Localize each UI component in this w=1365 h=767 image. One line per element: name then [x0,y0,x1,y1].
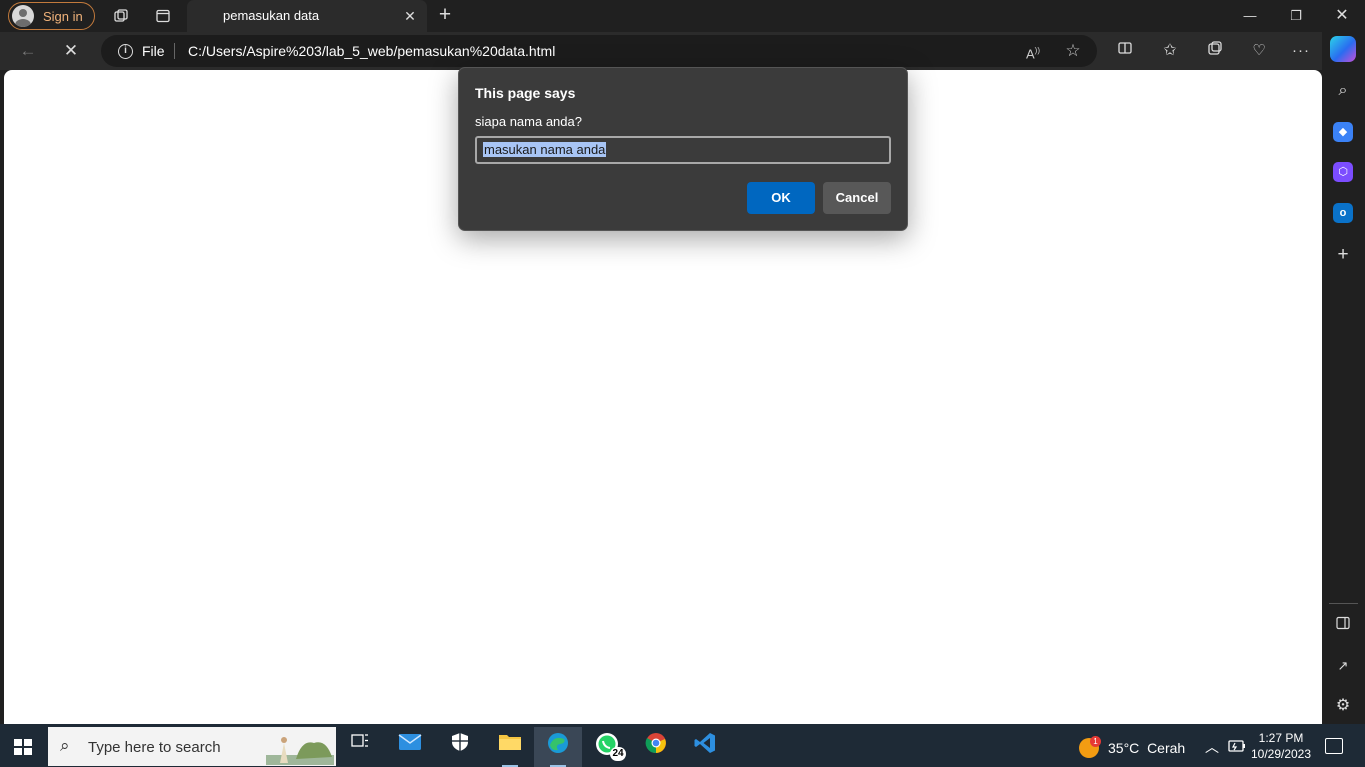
whatsapp-icon[interactable]: 24 [592,731,626,761]
weather-condition: Cerah [1147,740,1186,756]
outlook-icon[interactable]: o [1333,203,1353,223]
copilot-icon[interactable] [1330,36,1356,62]
network-battery-icon[interactable] [1228,738,1246,756]
sidebar-divider [1329,603,1358,604]
protocol-label: File [142,43,165,59]
dialog-input-selected-text: masukan nama anda [483,142,607,157]
sidebar-settings-gear-icon[interactable]: ⚙ [1333,696,1353,716]
browser-essentials-icon[interactable]: ♡ [1248,40,1270,62]
open-external-icon[interactable]: ↗ [1333,656,1353,676]
restore-icon[interactable]: ❐ [1273,0,1319,32]
stop-loading-icon[interactable]: ✕ [58,39,84,63]
notification-center-icon[interactable] [1325,738,1343,754]
dialog-message: siapa nama anda? [475,114,582,129]
add-sidebar-app-icon[interactable]: + [1333,245,1353,265]
system-clock[interactable]: 1:27 PM 10/29/2023 [1250,730,1312,762]
hide-sidebar-icon[interactable] [1333,616,1353,636]
ok-button[interactable]: OK [747,182,815,214]
clock-date: 10/29/2023 [1250,747,1312,761]
file-explorer-icon [495,731,525,761]
mail-icon[interactable] [395,731,425,761]
tab-bar: Sign in pemasukan data ✕ + — ❐ ✕ [0,0,1365,32]
dialog-title: This page says [475,85,576,101]
nav-bar: ← ✕ i File C:/Users/Aspire%203/lab_5_web… [0,32,1322,70]
windows-taskbar: ⌕ Type here to search 24 1 35°C Cerah ︿ … [0,724,1365,767]
clock-time: 1:27 PM [1258,731,1304,745]
vscode-icon[interactable] [690,731,720,761]
split-screen-icon[interactable] [1114,40,1136,62]
favorites-icon[interactable]: ✩ [1159,40,1181,62]
tab-title: pemasukan data [223,8,320,23]
weather-widget[interactable]: 35°C Cerah [1108,740,1185,756]
address-bar[interactable]: i File C:/Users/Aspire%203/lab_5_web/pem… [101,35,1097,67]
avatar-icon [12,5,34,27]
sign-in-button[interactable]: Sign in [8,2,95,30]
tab-pemasukan-data[interactable]: pemasukan data ✕ [187,0,427,32]
tab-close-icon[interactable]: ✕ [401,7,419,25]
edge-taskbar-button[interactable] [534,727,582,767]
info-icon[interactable]: i [118,44,133,59]
workspaces-icon[interactable] [111,6,131,26]
task-view-icon[interactable] [345,731,375,761]
more-options-icon[interactable]: ··· [1290,40,1312,62]
file-explorer-button[interactable] [486,727,534,767]
search-placeholder: Type here to search [88,739,221,756]
favorite-star-icon[interactable]: ☆ [1064,42,1082,60]
weather-alert-badge: 1 [1090,736,1101,747]
taskbar-search-icon: ⌕ [60,736,70,755]
search-highlight-illustration-icon [266,737,334,765]
close-window-icon[interactable]: ✕ [1319,0,1365,32]
weather-temperature: 35°C [1108,740,1140,756]
back-icon[interactable]: ← [15,39,41,63]
cancel-button[interactable]: Cancel [823,182,891,214]
windows-start-icon[interactable] [14,739,32,755]
minimize-icon[interactable]: — [1227,0,1273,32]
collections-icon[interactable] [1204,40,1226,62]
whatsapp-unread-badge: 24 [610,747,626,761]
new-tab-icon[interactable]: + [434,4,456,26]
prompt-dialog: This page says siapa nama anda? masukan … [458,67,908,231]
shopping-tag-icon[interactable]: ◆ [1333,122,1353,142]
taskbar-search-box[interactable]: ⌕ Type here to search [48,727,336,766]
windows-security-shield-icon[interactable] [445,731,475,761]
dialog-name-input[interactable]: masukan nama anda [475,136,891,164]
read-aloud-icon[interactable]: A)) [1024,42,1042,61]
office-icon[interactable]: ⬡ [1333,162,1353,182]
search-icon[interactable]: ⌕ [1333,81,1353,101]
chrome-icon[interactable] [641,731,671,761]
url-text[interactable]: C:/Users/Aspire%203/lab_5_web/pemasukan%… [188,43,555,59]
address-separator [174,43,175,59]
show-hidden-icons-chevron-up-icon[interactable]: ︿ [1203,738,1221,756]
edge-icon [543,731,573,761]
edge-sidebar: ⌕ ◆ ⬡ o + ↗ ⚙ [1322,70,1365,724]
tab-actions-icon[interactable] [153,6,173,26]
sign-in-label: Sign in [43,8,83,24]
